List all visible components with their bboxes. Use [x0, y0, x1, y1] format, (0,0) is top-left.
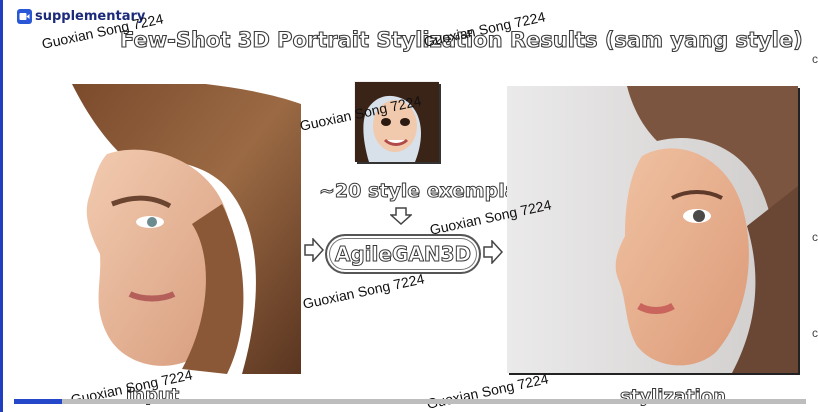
arrow-right-icon	[483, 240, 503, 264]
arrow-down-icon	[390, 207, 412, 225]
input-portrait	[12, 84, 301, 374]
watermark: Guoxian Song 7224	[425, 370, 550, 412]
edge-mark: c	[812, 326, 818, 340]
stylized-portrait	[507, 86, 798, 373]
style-exemplar-thumbnail	[355, 82, 439, 162]
model-box: AgileGAN3D	[325, 234, 481, 274]
progress-buffered	[14, 399, 331, 404]
video-progress-bar[interactable]	[14, 399, 806, 404]
window-edge	[0, 0, 3, 412]
edge-mark: c	[812, 230, 818, 244]
progress-played	[14, 399, 62, 404]
exemplar-caption: ~20 style exemplars	[318, 180, 539, 203]
video-file-icon	[17, 9, 32, 24]
watermark: Guoxian Song 7224	[301, 270, 426, 312]
video-title: Few-Shot 3D Portrait Stylization Results…	[119, 27, 803, 52]
arrow-right-icon	[304, 238, 324, 262]
model-label: AgileGAN3D	[334, 242, 472, 267]
edge-mark: c	[812, 52, 818, 66]
